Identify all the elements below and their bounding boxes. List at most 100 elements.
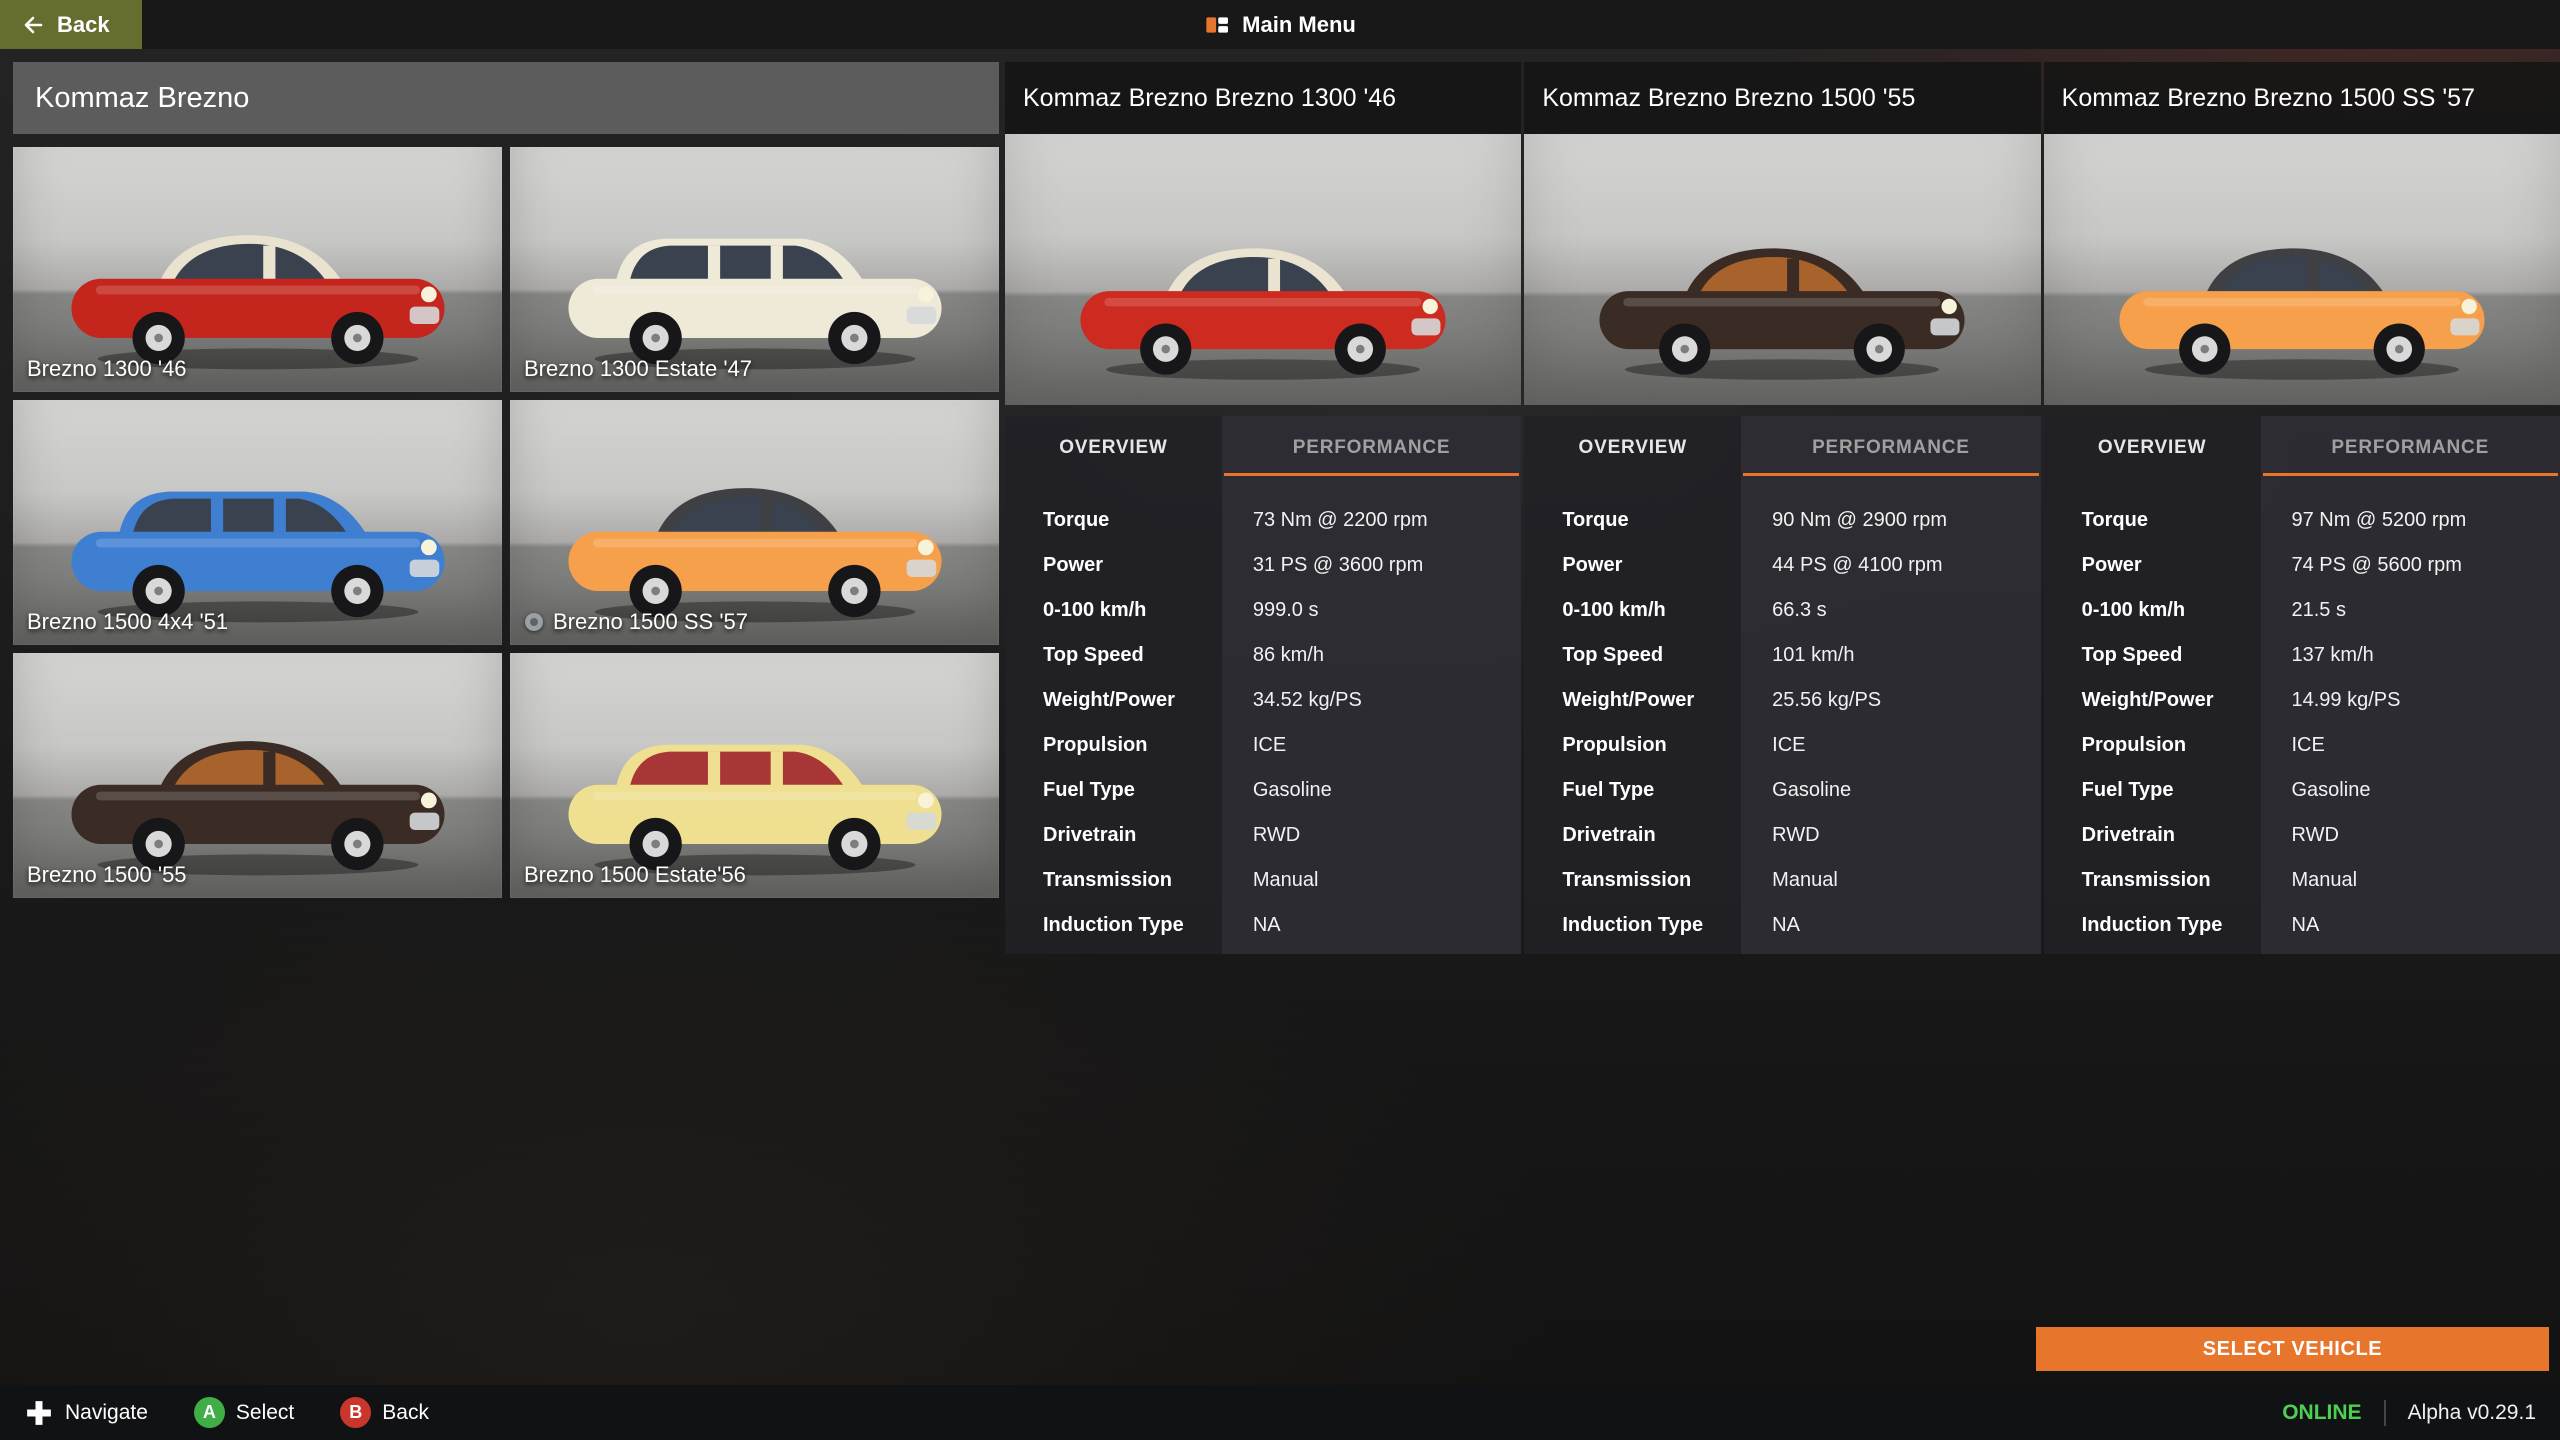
brand-title: Kommaz Brezno — [13, 62, 999, 134]
spec-label: Torque — [2044, 509, 2261, 532]
vehicle-caption: Brezno 1500 4x4 '51 — [27, 609, 228, 635]
spec-row: 0-100 km/h 66.3 s — [1524, 588, 2040, 633]
spec-rows: Torque 73 Nm @ 2200 rpm Power 31 PS @ 36… — [1005, 480, 1521, 948]
online-status: ONLINE — [2282, 1401, 2361, 1425]
spec-value: Gasoline — [1222, 779, 1521, 802]
spec-label: Transmission — [1524, 869, 1741, 892]
spec-label: Power — [2044, 554, 2261, 577]
spec-row: Drivetrain RWD — [2044, 813, 2560, 858]
spec-value: RWD — [1741, 824, 2040, 847]
spec-rows: Torque 90 Nm @ 2900 rpm Power 44 PS @ 41… — [1524, 480, 2040, 948]
tab-overview[interactable]: OVERVIEW — [1005, 416, 1222, 480]
vehicle-tile[interactable]: Brezno 1500 4x4 '51 — [13, 400, 502, 645]
spec-row: Fuel Type Gasoline — [1005, 768, 1521, 813]
spec-value: ICE — [1741, 734, 2040, 757]
vehicle-label: Brezno 1500 '55 — [27, 862, 187, 888]
spec-row: Transmission Manual — [1005, 858, 1521, 903]
spec-row: Induction Type NA — [2044, 903, 2560, 948]
spec-row: Propulsion ICE — [1005, 723, 1521, 768]
spec-label: Induction Type — [1524, 914, 1741, 937]
spec-row: Power 31 PS @ 3600 rpm — [1005, 543, 1521, 588]
spec-label: Fuel Type — [1524, 779, 1741, 802]
back-button[interactable]: Back — [0, 0, 142, 49]
spec-value: 66.3 s — [1741, 599, 2040, 622]
spec-label: Propulsion — [1005, 734, 1222, 757]
main-menu-button[interactable]: Main Menu — [1204, 0, 1356, 49]
spec-label: Weight/Power — [1005, 689, 1222, 712]
status-divider — [2384, 1400, 2386, 1426]
vehicle-caption: Brezno 1500 SS '57 — [524, 609, 748, 635]
spec-value: Manual — [1222, 869, 1521, 892]
spec-value: NA — [2261, 914, 2560, 937]
car-image — [554, 708, 955, 882]
b-button-icon: B — [340, 1397, 371, 1428]
tab-performance[interactable]: PERFORMANCE — [1741, 416, 2040, 480]
panel-title: Kommaz Brezno Brezno 1500 '55 — [1524, 62, 2040, 134]
spec-label: Torque — [1005, 509, 1222, 532]
a-button-icon: A — [194, 1397, 225, 1428]
spec-value: 44 PS @ 4100 rpm — [1741, 554, 2040, 577]
status-area: ONLINE Alpha v0.29.1 — [2282, 1400, 2536, 1426]
spec-block: OVERVIEW PERFORMANCE Torque 97 Nm @ 5200… — [2044, 416, 2560, 954]
navigate-hint: Navigate — [24, 1398, 148, 1428]
spec-label: Induction Type — [2044, 914, 2261, 937]
spec-value: NA — [1741, 914, 2040, 937]
spec-label: Power — [1005, 554, 1222, 577]
tab-performance[interactable]: PERFORMANCE — [2261, 416, 2560, 480]
spec-value: 137 km/h — [2261, 644, 2560, 667]
spec-value: Manual — [2261, 869, 2560, 892]
vehicle-tile[interactable]: Brezno 1300 Estate '47 — [510, 147, 999, 392]
vehicle-caption: Brezno 1500 '55 — [27, 862, 187, 888]
spec-label: Induction Type — [1005, 914, 1222, 937]
spec-value: ICE — [1222, 734, 1521, 757]
spec-row: Fuel Type Gasoline — [2044, 768, 2560, 813]
spec-label: Weight/Power — [1524, 689, 1741, 712]
spec-value: ICE — [2261, 734, 2560, 757]
vehicle-caption: Brezno 1500 Estate'56 — [524, 862, 746, 888]
spec-row: Induction Type NA — [1005, 903, 1521, 948]
spec-value: 101 km/h — [1741, 644, 2040, 667]
spec-label: Propulsion — [1524, 734, 1741, 757]
spec-value: RWD — [1222, 824, 1521, 847]
vehicle-caption: Brezno 1300 '46 — [27, 356, 187, 382]
spec-row: Propulsion ICE — [1524, 723, 2040, 768]
main-menu-icon — [1204, 12, 1230, 38]
spec-value: 74 PS @ 5600 rpm — [2261, 554, 2560, 577]
tab-performance[interactable]: PERFORMANCE — [1222, 416, 1521, 480]
spec-row: Top Speed 137 km/h — [2044, 633, 2560, 678]
spec-row: Transmission Manual — [2044, 858, 2560, 903]
select-vehicle-button[interactable]: SELECT VEHICLE — [2036, 1327, 2549, 1371]
vehicle-tile[interactable]: Brezno 1300 '46 — [13, 147, 502, 392]
tab-bar: OVERVIEW PERFORMANCE — [1524, 416, 2040, 480]
navigate-label: Navigate — [65, 1401, 148, 1425]
car-image — [1586, 216, 1978, 387]
car-image — [1067, 216, 1459, 387]
car-image — [57, 455, 458, 629]
bottom-bar: Navigate A Select B Back ONLINE Alpha v0… — [0, 1385, 2560, 1440]
spec-row: Weight/Power 25.56 kg/PS — [1524, 678, 2040, 723]
car-image — [554, 202, 955, 376]
vehicle-tile[interactable]: Brezno 1500 SS '57 — [510, 400, 999, 645]
spec-row: Power 44 PS @ 4100 rpm — [1524, 543, 2040, 588]
panel-title: Kommaz Brezno Brezno 1300 '46 — [1005, 62, 1521, 134]
spec-value: 86 km/h — [1222, 644, 1521, 667]
tab-overview[interactable]: OVERVIEW — [2044, 416, 2261, 480]
detail-panels: Kommaz Brezno Brezno 1300 '46 OVERVIEW P… — [1005, 62, 2560, 954]
dpad-icon — [24, 1398, 54, 1428]
tab-overview[interactable]: OVERVIEW — [1524, 416, 1741, 480]
vehicle-label: Brezno 1500 4x4 '51 — [27, 609, 228, 635]
vehicle-tile[interactable]: Brezno 1500 Estate'56 — [510, 653, 999, 898]
spec-value: 73 Nm @ 2200 rpm — [1222, 509, 1521, 532]
spec-label: Top Speed — [2044, 644, 2261, 667]
top-bar: Back Main Menu — [0, 0, 2560, 49]
detail-panel: Kommaz Brezno Brezno 1500 '55 OVERVIEW P… — [1524, 62, 2040, 954]
detail-panel: Kommaz Brezno Brezno 1500 SS '57 OVERVIE… — [2044, 62, 2560, 954]
spec-label: 0-100 km/h — [1524, 599, 1741, 622]
car-image — [57, 708, 458, 882]
spec-value: 25.56 kg/PS — [1741, 689, 2040, 712]
tab-bar: OVERVIEW PERFORMANCE — [1005, 416, 1521, 480]
vehicle-tile[interactable]: Brezno 1500 '55 — [13, 653, 502, 898]
select-hint: A Select — [194, 1397, 294, 1428]
spec-value: Gasoline — [2261, 779, 2560, 802]
vehicle-caption: Brezno 1300 Estate '47 — [524, 356, 752, 382]
